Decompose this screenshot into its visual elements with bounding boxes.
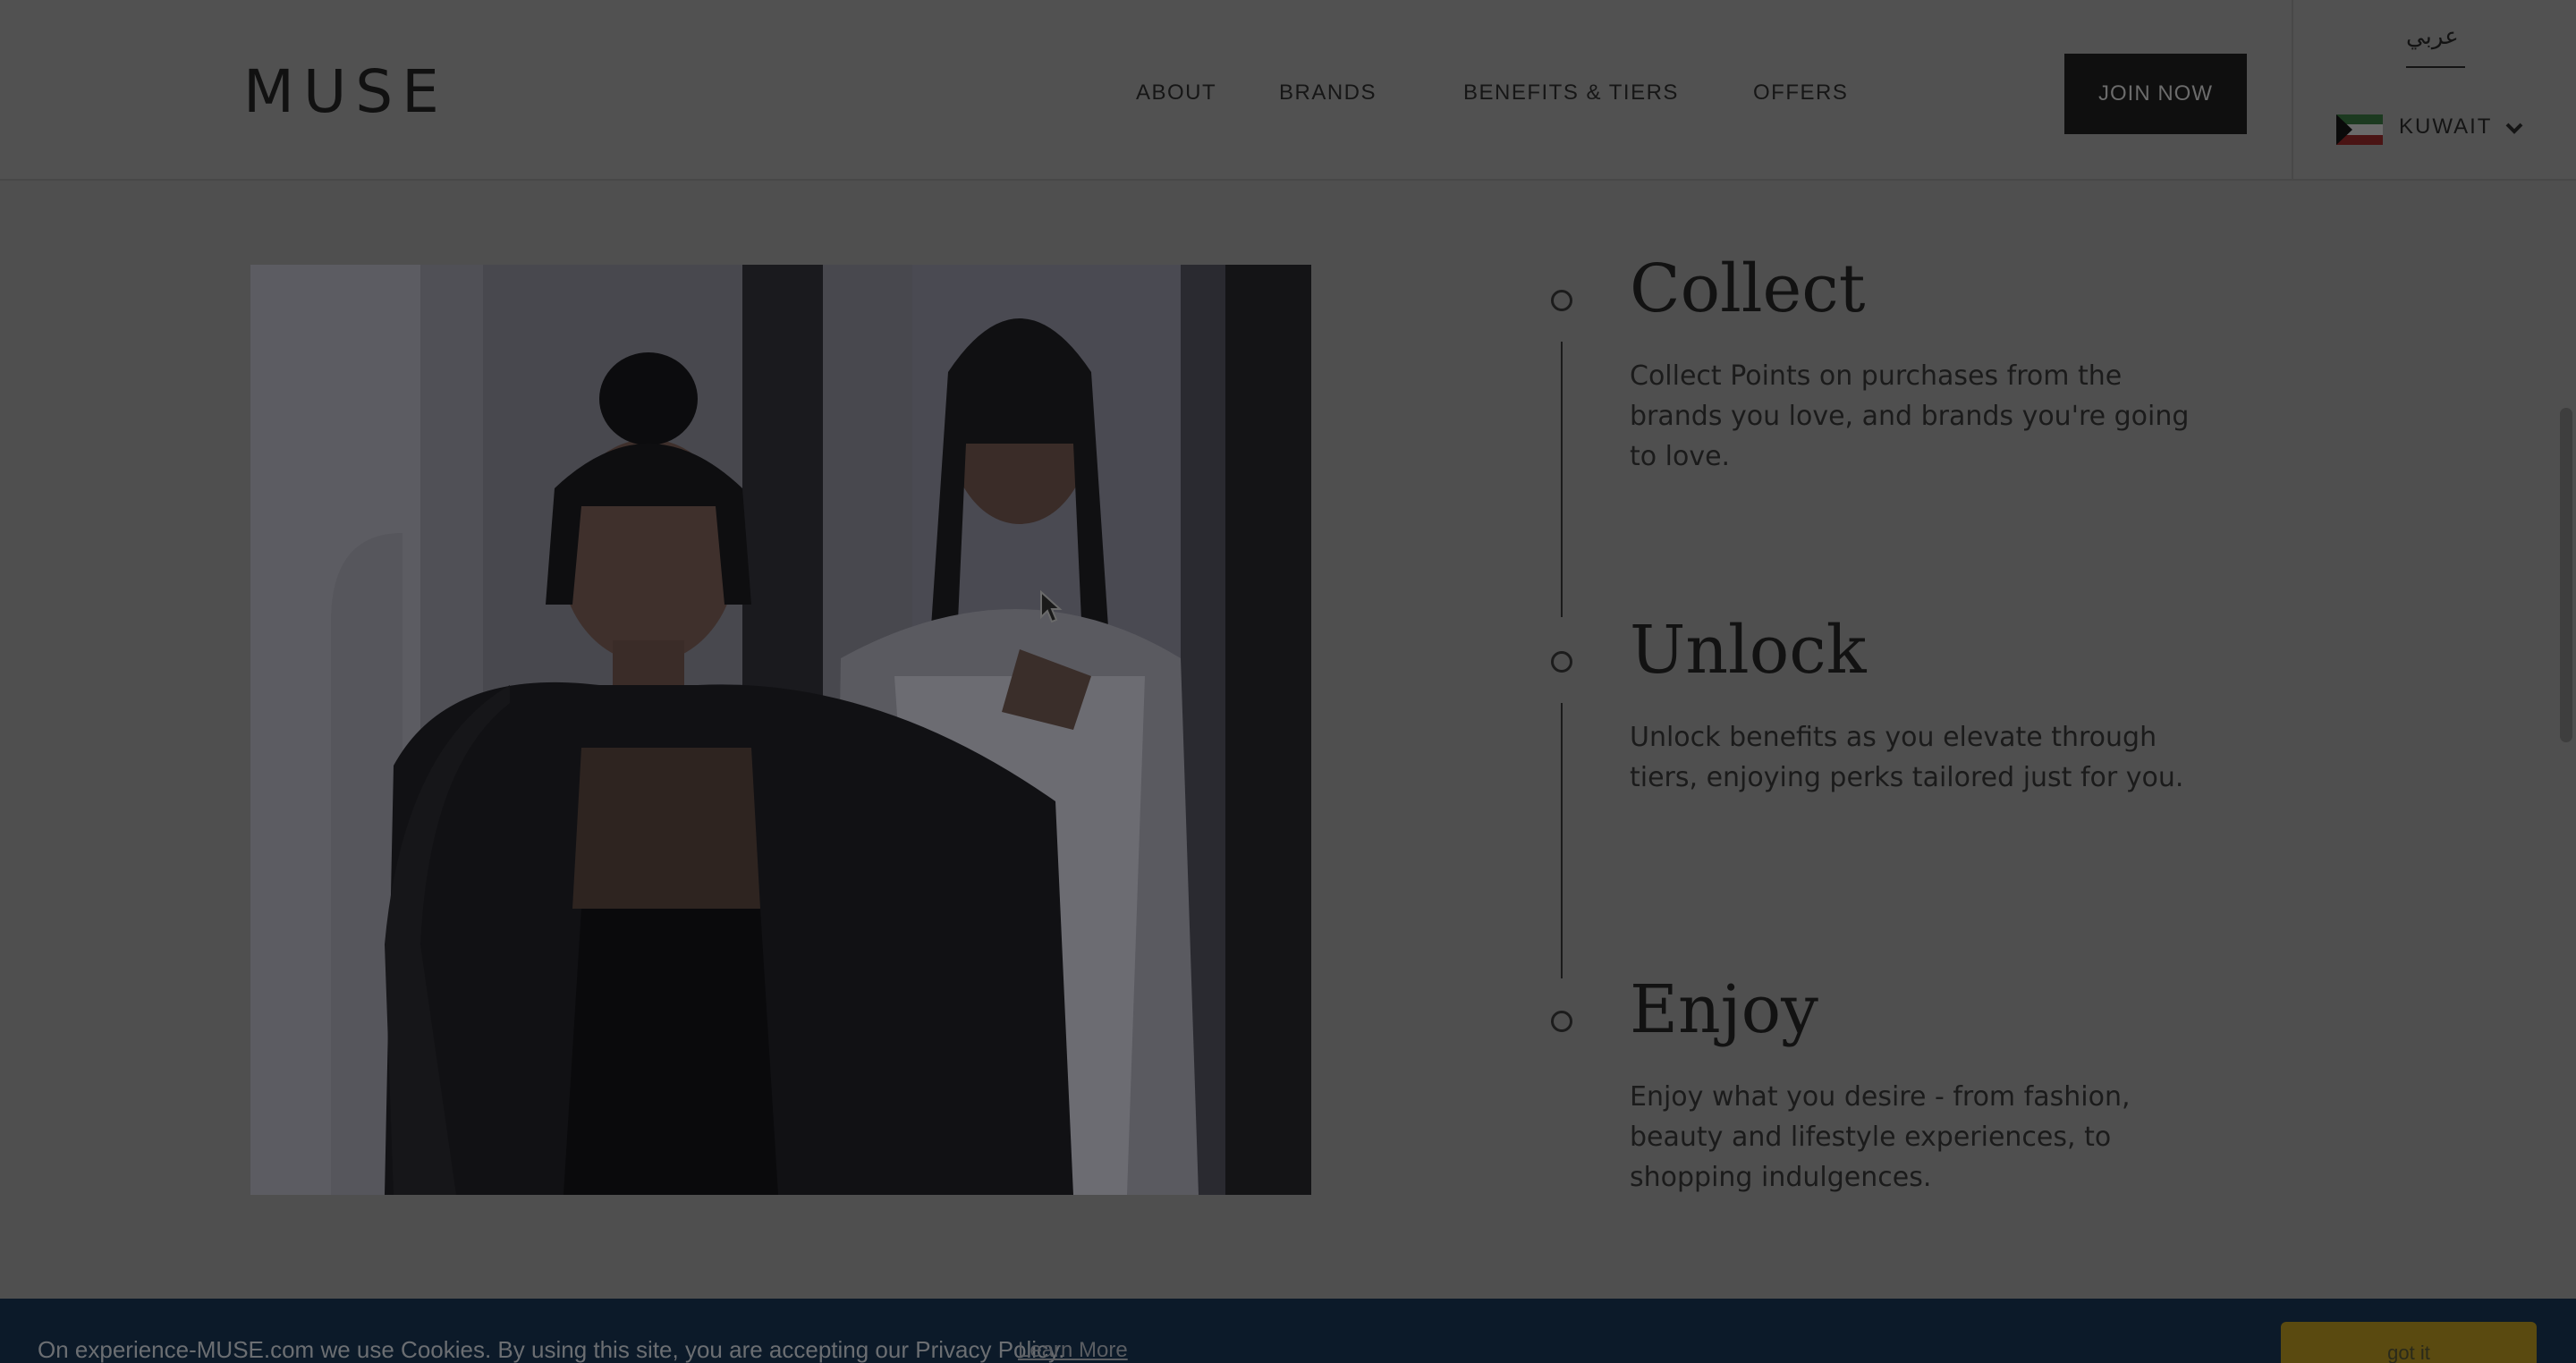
country-selector[interactable]: KUWAIT <box>2399 114 2492 140</box>
hero-photo <box>250 265 1311 1195</box>
timeline-line <box>1561 703 1563 978</box>
timeline-dot-collect <box>1551 290 1572 311</box>
nav-benefits-tiers[interactable]: BENEFITS & TIERS <box>1463 80 1679 106</box>
header-divider <box>2292 0 2293 181</box>
join-now-button[interactable]: JOIN NOW <box>2064 54 2247 134</box>
site-header: MUSE ABOUT BRANDS BENEFITS & TIERS OFFER… <box>0 0 2576 181</box>
muse-logo[interactable]: MUSE <box>243 57 448 126</box>
step-description-collect: Collect Points on purchases from the bra… <box>1630 360 2190 472</box>
nav-about[interactable]: ABOUT <box>1136 80 1216 106</box>
nav-offers[interactable]: OFFERS <box>1753 80 1848 106</box>
two-women-photo-image <box>250 265 1311 1195</box>
step-description-unlock: Unlock benefits as you elevate through t… <box>1630 722 2184 793</box>
timeline-line <box>1561 342 1563 617</box>
cookie-got-it-button[interactable]: got it <box>2281 1322 2537 1363</box>
page: MUSE ABOUT BRANDS BENEFITS & TIERS OFFER… <box>0 0 2576 1363</box>
cookie-message: On experience-MUSE.com we use Cookies. B… <box>38 1336 1065 1363</box>
cookie-learn-more-link[interactable]: Learn More <box>1018 1338 1128 1363</box>
scrollbar-thumb[interactable] <box>2560 408 2572 742</box>
timeline-dot-unlock <box>1551 651 1572 673</box>
step-description-enjoy: Enjoy what you desire - from fashion, be… <box>1630 1081 2131 1193</box>
nav-brands[interactable]: BRANDS <box>1279 80 1377 106</box>
step-title-enjoy: Enjoy <box>1630 971 1818 1048</box>
step-title-collect: Collect <box>1630 250 1866 327</box>
timeline-dot-enjoy <box>1551 1011 1572 1032</box>
kuwait-flag-icon[interactable] <box>2336 114 2383 145</box>
step-title-unlock: Unlock <box>1630 612 1867 689</box>
language-link-underline <box>2406 66 2465 68</box>
mouse-cursor-icon <box>1040 590 1063 623</box>
chevron-down-icon[interactable] <box>2504 118 2524 138</box>
arabic-language-link[interactable]: عربي <box>2406 23 2459 50</box>
